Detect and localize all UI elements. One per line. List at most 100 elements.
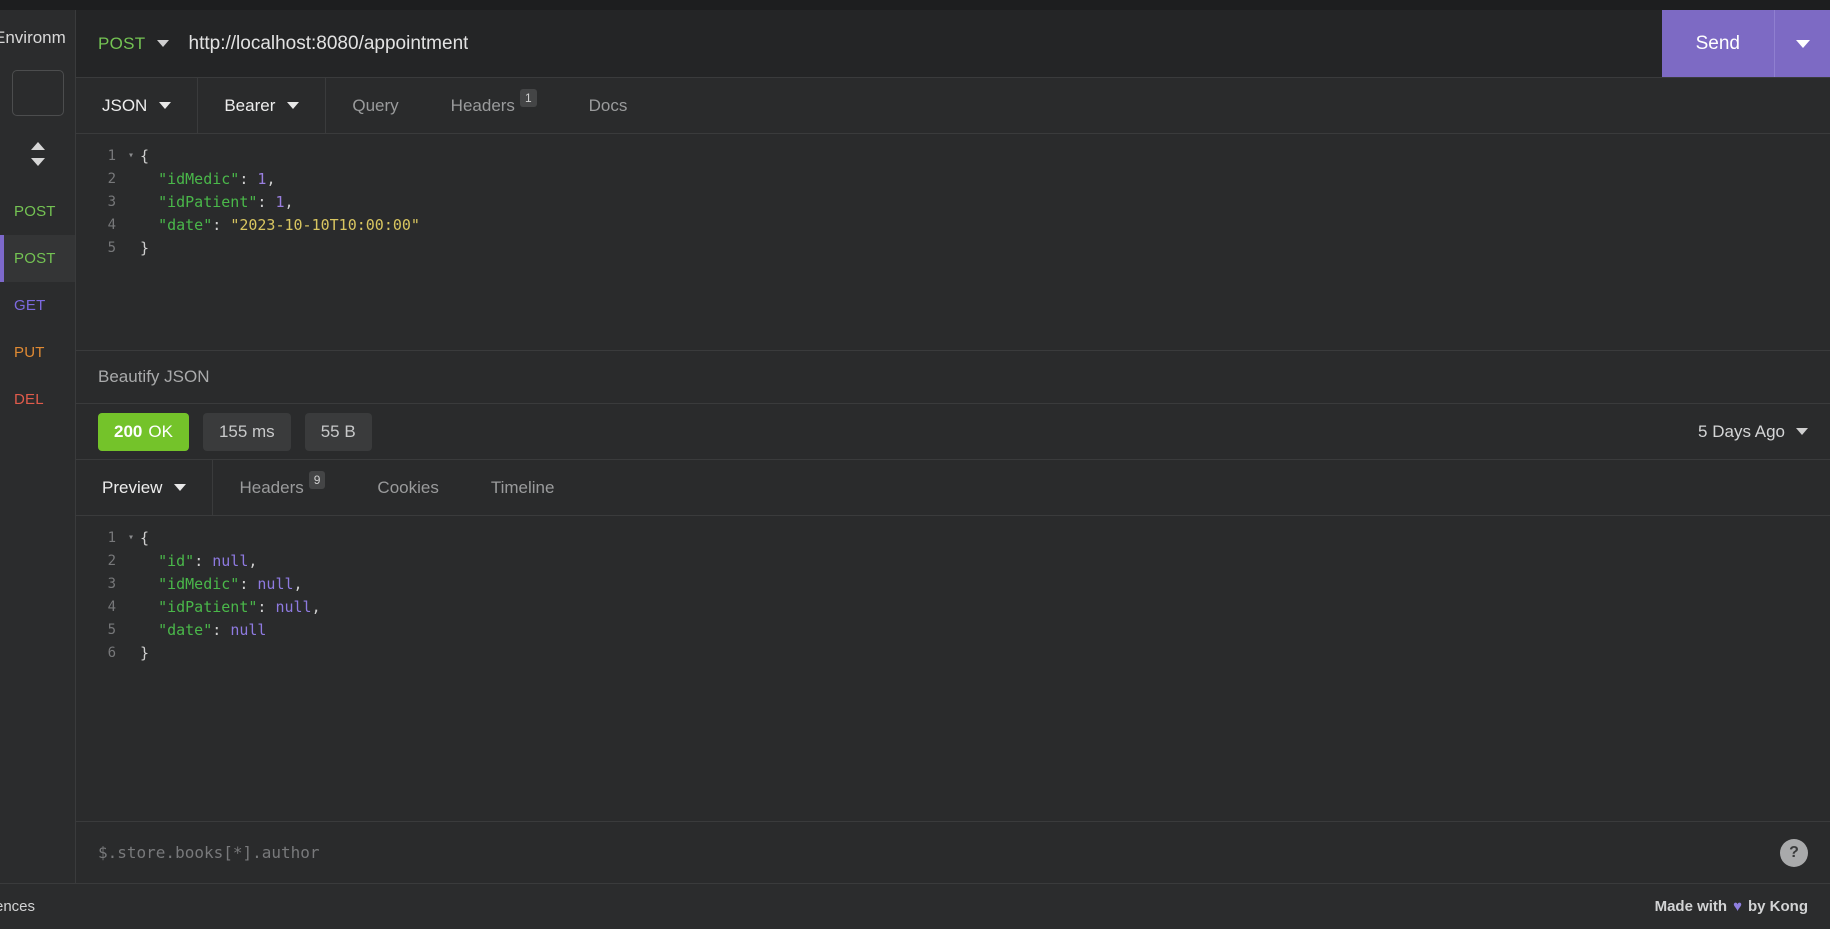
made-with-suffix: by Kong xyxy=(1748,898,1808,915)
response-tabs: Preview Headers 9 Cookies Timeline xyxy=(76,460,1830,516)
sidebar: Environm POST POST GET PUT DEL xyxy=(0,10,76,883)
method-label: POST xyxy=(14,250,56,267)
beautify-json-button[interactable]: Beautify JSON xyxy=(76,350,1830,404)
chevron-down-icon xyxy=(1795,39,1810,48)
tab-headers[interactable]: Headers 1 xyxy=(425,78,563,133)
code-line: 5 "date": null xyxy=(76,618,1830,641)
tab-preview[interactable]: Preview xyxy=(76,460,212,515)
tab-auth-bearer[interactable]: Bearer xyxy=(197,78,327,133)
environment-label: Environm xyxy=(0,28,66,47)
response-headers-count-badge: 9 xyxy=(308,470,326,489)
sidebar-item-request-1[interactable]: POST xyxy=(0,188,75,235)
tab-body-json[interactable]: JSON xyxy=(76,78,197,133)
line-number: 1 xyxy=(107,147,116,164)
code-text: "id": null, xyxy=(158,551,258,570)
preferences-link[interactable]: rences xyxy=(0,898,35,915)
insomnia-window: Environm POST POST GET PUT DEL POST http… xyxy=(0,0,1830,929)
code-text: } xyxy=(140,238,150,257)
code-text: { xyxy=(140,528,150,547)
tab-label: Cookies xyxy=(377,477,439,497)
sort-toggle[interactable] xyxy=(0,132,75,176)
url-left: POST http://localhost:8080/appointment xyxy=(76,33,1662,55)
code-line: 3 "idPatient": 1, xyxy=(76,190,1830,213)
line-number: 3 xyxy=(107,193,116,210)
send-options-button[interactable] xyxy=(1774,10,1830,77)
chevron-down-icon xyxy=(1796,428,1808,435)
tab-label: JSON xyxy=(102,95,148,115)
tab-query[interactable]: Query xyxy=(326,78,424,133)
url-input[interactable]: http://localhost:8080/appointment xyxy=(189,33,469,55)
sidebar-item-request-3[interactable]: GET xyxy=(0,282,75,329)
method-dropdown-label[interactable]: POST xyxy=(98,34,146,54)
tab-label: Preview xyxy=(102,477,163,497)
environment-selector[interactable]: Environm xyxy=(0,10,75,66)
status-code: 200 xyxy=(114,421,143,441)
method-label: GET xyxy=(14,297,46,314)
fold-toggle-icon[interactable]: ▾ xyxy=(122,150,140,161)
response-history-dropdown[interactable]: 5 Days Ago xyxy=(1698,422,1808,442)
chevron-down-icon xyxy=(159,102,172,109)
response-filter-input[interactable] xyxy=(98,843,1780,862)
sidebar-item-request-4[interactable]: PUT xyxy=(0,329,75,376)
code-line: 2 "idMedic": 1, xyxy=(76,167,1830,190)
sidebar-search-wrap xyxy=(0,66,75,132)
request-body-editor[interactable]: 1 ▾ { 2 "idMedic": 1, 3 "idPatient": 1, … xyxy=(76,134,1830,350)
tab-timeline[interactable]: Timeline xyxy=(465,460,581,515)
line-number: 4 xyxy=(107,216,116,233)
title-strip xyxy=(0,0,1830,10)
method-label: PUT xyxy=(14,344,45,361)
line-number: 5 xyxy=(107,621,116,638)
url-bar: POST http://localhost:8080/appointment S… xyxy=(76,10,1830,78)
tab-response-headers[interactable]: Headers 9 xyxy=(212,460,351,515)
line-number: 3 xyxy=(107,575,116,592)
request-list: POST POST GET PUT DEL xyxy=(0,188,75,423)
heart-icon: ♥ xyxy=(1733,898,1742,915)
main-pane: POST http://localhost:8080/appointment S… xyxy=(76,10,1830,883)
code-text: "idPatient": null, xyxy=(158,597,321,616)
code-line: 4 "idPatient": null, xyxy=(76,595,1830,618)
sidebar-item-request-5[interactable]: DEL xyxy=(0,376,75,423)
response-filter-bar: ? xyxy=(76,821,1830,883)
tab-label: Bearer xyxy=(224,95,276,115)
made-with-prefix: Made with xyxy=(1654,898,1728,915)
request-tabs: JSON Bearer Query Headers 1 Docs xyxy=(76,78,1830,134)
response-time-badge[interactable]: 155 ms xyxy=(202,412,291,451)
tab-label: Headers xyxy=(239,477,304,497)
sidebar-item-request-2[interactable]: POST xyxy=(0,235,75,282)
send-group: Send xyxy=(1661,10,1830,77)
fold-toggle-icon[interactable]: ▾ xyxy=(122,532,140,543)
line-number: 2 xyxy=(107,170,116,187)
code-text: "idMedic": 1, xyxy=(158,169,276,188)
tab-docs[interactable]: Docs xyxy=(563,78,654,133)
tab-label: Query xyxy=(352,95,399,115)
workspace: Environm POST POST GET PUT DEL POST http… xyxy=(0,10,1830,883)
tab-label: Headers xyxy=(450,95,515,115)
help-icon[interactable]: ? xyxy=(1780,838,1808,867)
code-line: 6 } xyxy=(76,641,1830,664)
chevron-down-icon xyxy=(174,484,187,491)
response-history-label: 5 Days Ago xyxy=(1698,421,1785,441)
line-number: 1 xyxy=(107,529,116,546)
status-badge[interactable]: 200 OK xyxy=(98,412,189,451)
code-line: 2 "id": null, xyxy=(76,549,1830,572)
tab-label: Timeline xyxy=(490,477,555,497)
made-with-kong: Made with ♥ by Kong xyxy=(1655,898,1808,915)
sort-updown-icon xyxy=(30,142,45,166)
response-body-viewer[interactable]: 1 ▾ { 2 "id": null, 3 "idMedic": null, 4 xyxy=(76,516,1830,821)
code-line: 5 } xyxy=(76,236,1830,259)
line-number: 4 xyxy=(107,598,116,615)
status-text: OK xyxy=(148,421,173,441)
code-text: "date": "2023-10-10T10:00:00" xyxy=(158,215,420,234)
send-button[interactable]: Send xyxy=(1661,10,1774,77)
code-text: "idMedic": null, xyxy=(158,574,303,593)
tab-cookies[interactable]: Cookies xyxy=(351,460,464,515)
search-input[interactable] xyxy=(12,70,64,116)
code-text: { xyxy=(140,146,150,165)
chevron-down-icon[interactable] xyxy=(156,40,169,47)
code-text: "date": null xyxy=(158,620,267,639)
code-line: 3 "idMedic": null, xyxy=(76,572,1830,595)
code-line: 1 ▾ { xyxy=(76,144,1830,167)
method-label: POST xyxy=(14,203,56,220)
response-size-badge[interactable]: 55 B xyxy=(304,412,372,451)
line-number: 6 xyxy=(107,644,116,661)
